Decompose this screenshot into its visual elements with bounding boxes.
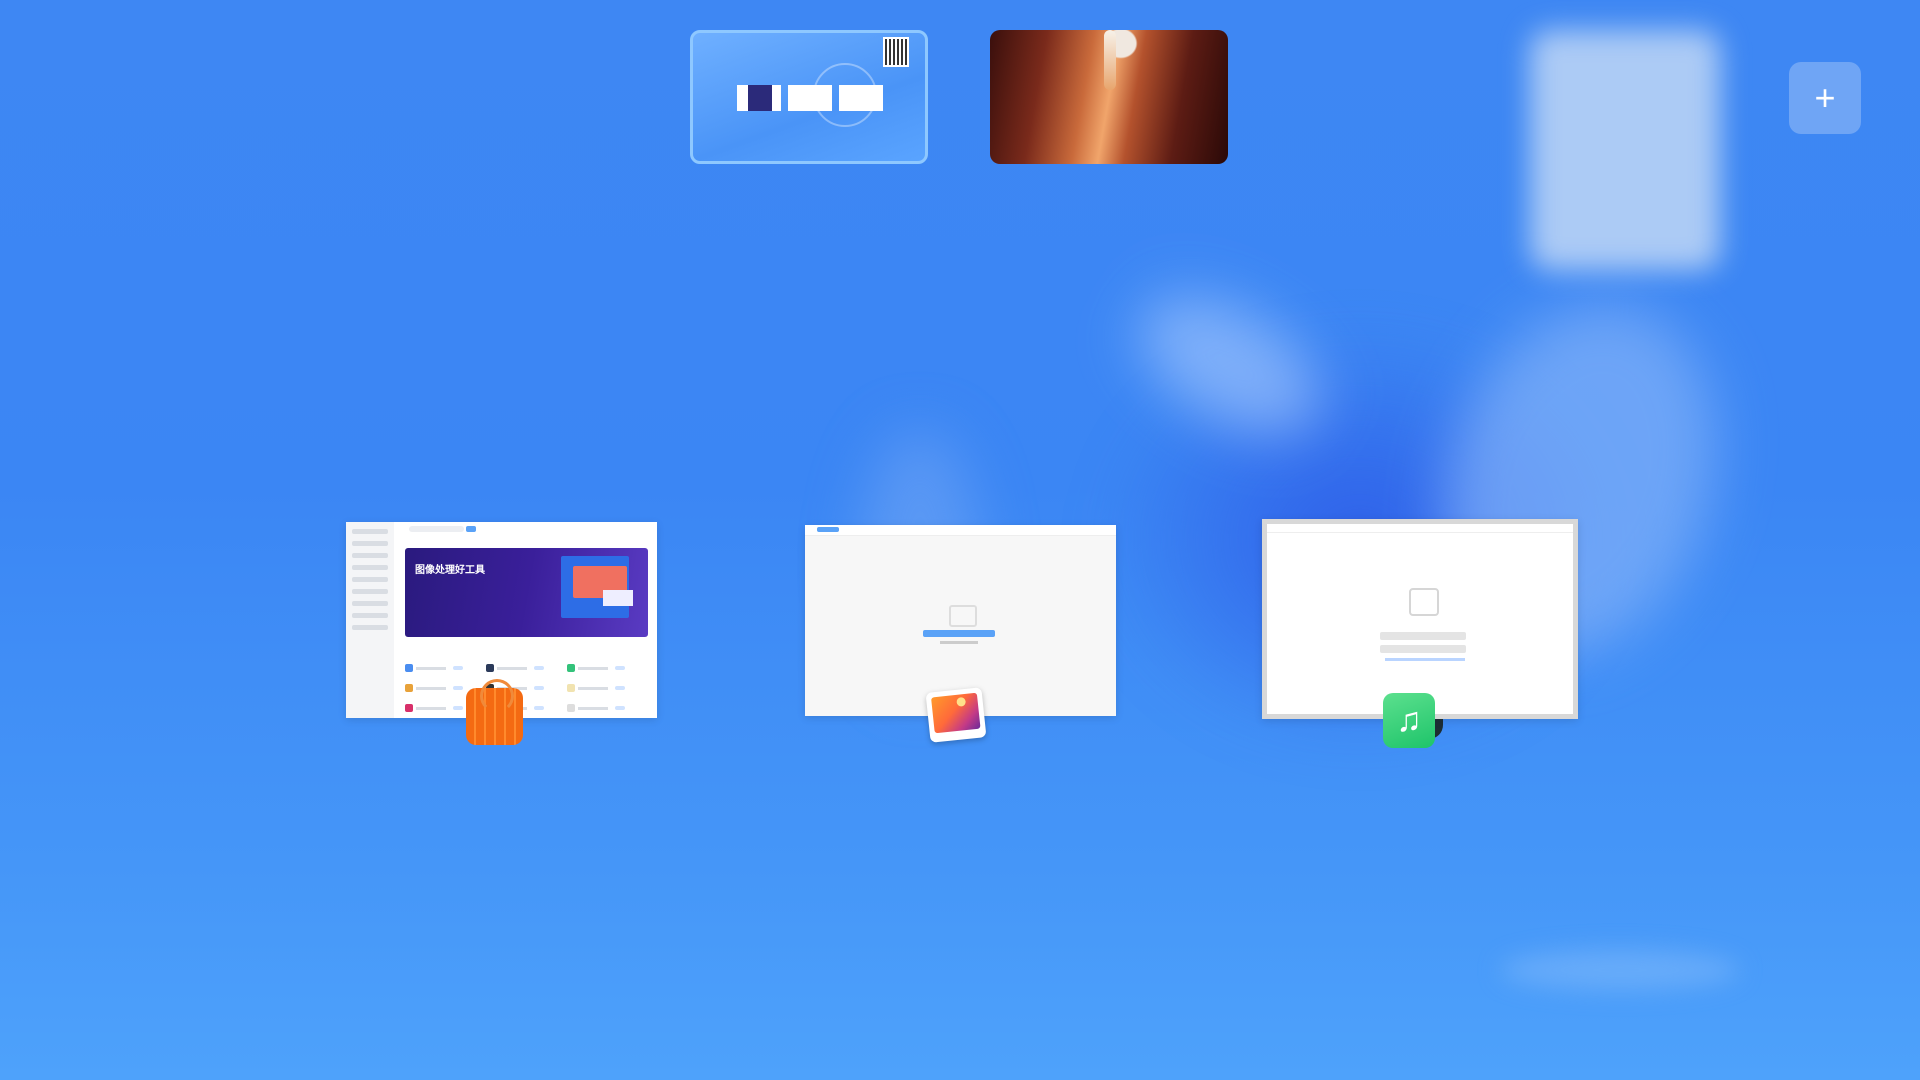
- music-titlebar: [1267, 524, 1573, 533]
- store-sidebar: [346, 522, 394, 718]
- list-item: [405, 698, 648, 718]
- banner-illustration: [603, 590, 633, 606]
- store-app-grid: [405, 658, 648, 718]
- wallpaper-light: [1104, 30, 1116, 90]
- mini-window-music: [839, 85, 883, 111]
- plus-icon: +: [1814, 77, 1836, 118]
- music-icon: ♫: [1383, 693, 1443, 748]
- mini-window-store: [737, 85, 781, 111]
- mini-window-photos: [788, 85, 832, 111]
- store-banner: 图像处理好工具: [405, 548, 648, 637]
- hint-text: [940, 641, 978, 644]
- list-item: [405, 658, 648, 678]
- list-item: [405, 678, 648, 698]
- search-icon: [466, 526, 476, 532]
- photos-tab: [817, 527, 839, 532]
- store-toolbar: [401, 526, 651, 534]
- window-photos[interactable]: [805, 525, 1116, 716]
- music-button: [1380, 632, 1466, 640]
- music-placeholder-icon: [1409, 588, 1439, 616]
- add-workspace-button[interactable]: +: [1789, 62, 1861, 134]
- import-button: [923, 630, 995, 637]
- photos-icon: [925, 687, 987, 743]
- window-music[interactable]: [1262, 519, 1578, 719]
- image-placeholder-icon: [949, 605, 977, 627]
- music-button: [1380, 645, 1466, 653]
- photos-titlebar: [805, 525, 1116, 536]
- workspace-thumbnail-1[interactable]: [690, 30, 928, 164]
- music-link: [1385, 658, 1465, 661]
- music-note-icon: ♫: [1396, 701, 1422, 739]
- app-store-icon: [466, 679, 523, 745]
- workspace-thumbnail-2[interactable]: [990, 30, 1228, 164]
- mini-qr-widget: [883, 37, 909, 67]
- store-search-input: [409, 526, 464, 532]
- blurred-text: [1500, 950, 1740, 990]
- blurred-widget: [1530, 30, 1720, 270]
- banner-title: 图像处理好工具: [415, 565, 485, 576]
